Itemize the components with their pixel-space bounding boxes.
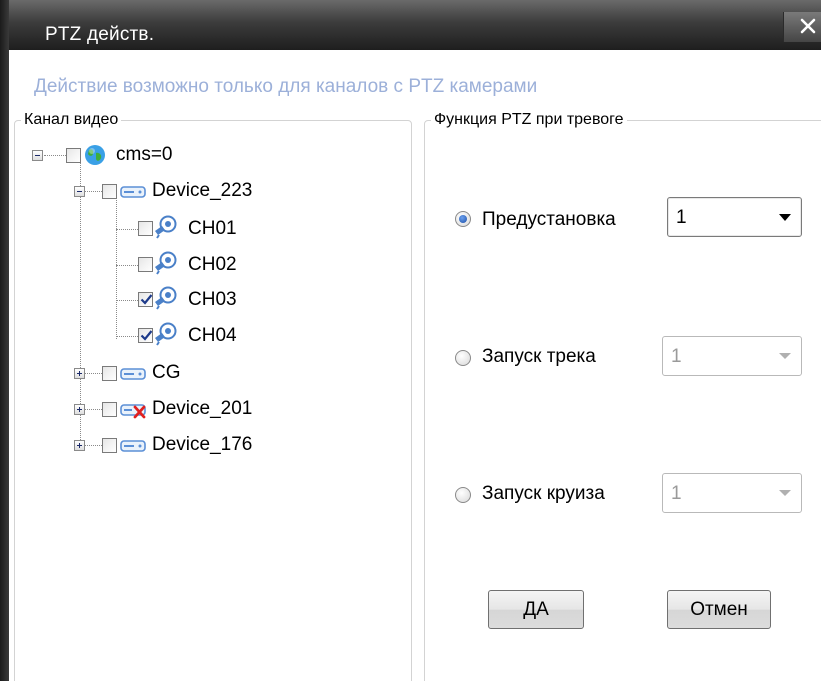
ptz-action-dialog: PTZ действ. Действие возможно только для…: [0, 0, 821, 681]
tree-line: [116, 197, 117, 339]
tree-node-label[interactable]: CH02: [188, 254, 237, 276]
checkbox-device-201[interactable]: [102, 402, 117, 417]
video-channel-legend: Канал видео: [24, 111, 119, 128]
window-title: PTZ действ.: [45, 24, 155, 45]
title-bar[interactable]: PTZ действ.: [9, 0, 821, 50]
tree-line: [116, 300, 138, 301]
globe-icon: [85, 145, 105, 165]
dvr-device-icon: [120, 440, 146, 452]
track-select-value: 1: [671, 346, 682, 367]
tree-node-label[interactable]: CH01: [188, 218, 237, 240]
preset-select[interactable]: 1: [667, 197, 802, 237]
cruise-radio[interactable]: [455, 487, 471, 503]
ptz-alarm-function-legend: Функция PTZ при тревоге: [434, 111, 624, 128]
collapse-toggle-device-223[interactable]: [74, 186, 85, 197]
track-label[interactable]: Запуск трека: [482, 346, 596, 368]
dvr-device-icon: [120, 368, 146, 380]
tree-node-label[interactable]: Device_176: [152, 434, 252, 456]
close-button[interactable]: [783, 12, 821, 42]
cancel-button[interactable]: Отмен: [667, 590, 771, 629]
tree-line: [116, 229, 138, 230]
dvr-device-icon: [120, 186, 146, 198]
preset-radio[interactable]: [455, 211, 471, 227]
cruise-select[interactable]: 1: [662, 473, 802, 513]
checkbox-ch04[interactable]: [138, 328, 153, 343]
checkmark-icon: [140, 294, 153, 305]
tree-line: [116, 265, 138, 266]
track-select[interactable]: 1: [662, 336, 802, 376]
checkbox-ch03[interactable]: [138, 292, 153, 307]
cruise-select-value: 1: [671, 483, 682, 504]
ptz-notice-text: Действие возможно только для каналов с P…: [34, 76, 538, 97]
checkbox-root[interactable]: [66, 148, 81, 163]
window-frame-left: [0, 0, 9, 681]
ptz-camera-icon: [155, 286, 177, 310]
dvr-device-offline-icon: [120, 404, 146, 419]
tree-node-label[interactable]: CH04: [188, 325, 237, 347]
track-radio[interactable]: [455, 350, 471, 366]
checkbox-ch02[interactable]: [138, 257, 153, 272]
tree-node-label[interactable]: Device_201: [152, 398, 252, 420]
collapse-toggle-root[interactable]: [32, 150, 43, 161]
checkbox-device-176[interactable]: [102, 438, 117, 453]
close-icon: [800, 18, 816, 34]
tree-line: [44, 155, 66, 156]
tree-node-label[interactable]: Device_223: [152, 180, 252, 202]
ptz-camera-icon: [155, 251, 177, 275]
tree-node-label[interactable]: cms=0: [116, 144, 173, 166]
chevron-down-icon: [779, 353, 791, 359]
expand-toggle-device-201[interactable]: [74, 404, 85, 415]
preset-label[interactable]: Предустановка: [482, 209, 616, 231]
chevron-down-icon: [779, 490, 791, 496]
expand-toggle-cg[interactable]: [74, 368, 85, 379]
tree-line: [116, 336, 138, 337]
checkbox-cg[interactable]: [102, 366, 117, 381]
checkbox-device-223[interactable]: [102, 184, 117, 199]
preset-select-value: 1: [676, 207, 687, 228]
checkbox-ch01[interactable]: [138, 221, 153, 236]
tree-node-label[interactable]: CG: [152, 362, 181, 384]
ptz-camera-icon: [155, 322, 177, 346]
ptz-camera-icon: [155, 215, 177, 239]
checkmark-icon: [140, 330, 153, 341]
tree-node-label[interactable]: CH03: [188, 289, 237, 311]
cruise-label[interactable]: Запуск круиза: [482, 483, 605, 505]
expand-toggle-device-176[interactable]: [74, 440, 85, 451]
ok-button[interactable]: ДА: [488, 590, 584, 629]
chevron-down-icon: [779, 214, 791, 221]
